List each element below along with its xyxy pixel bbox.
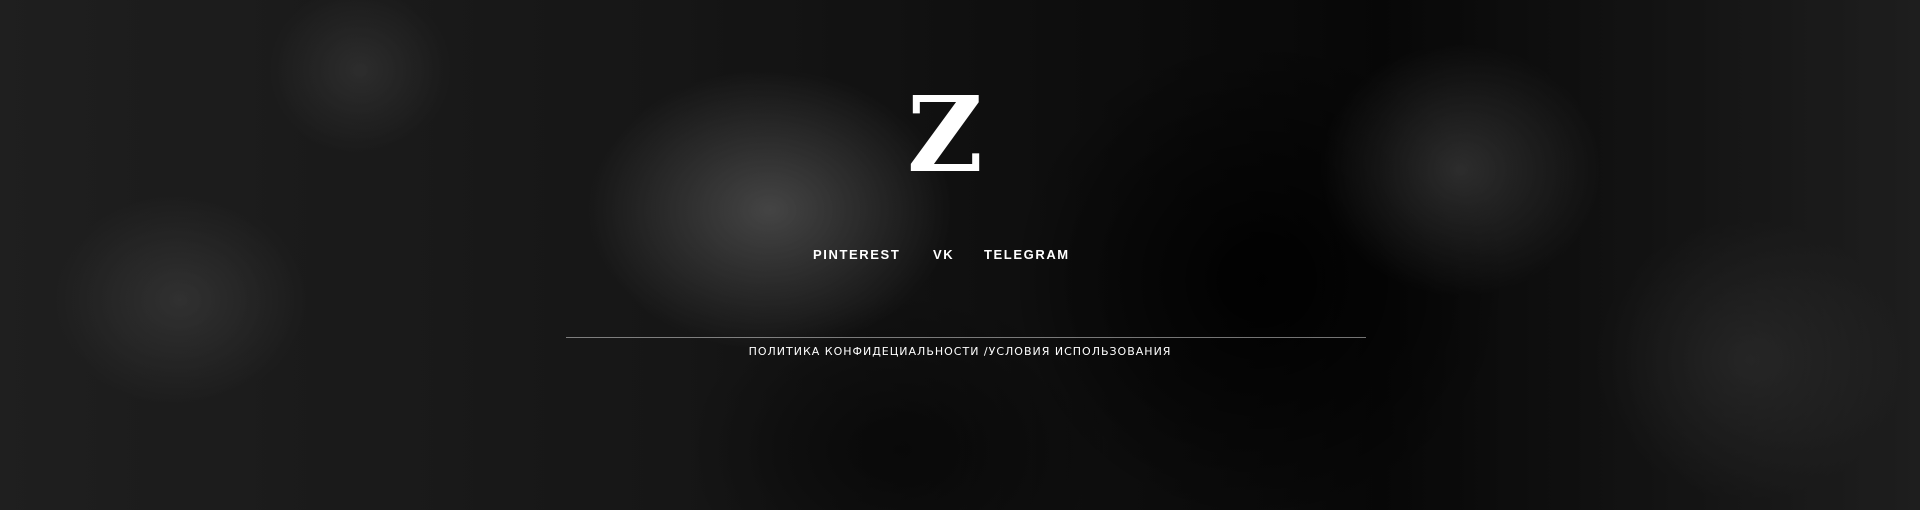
vk-link[interactable]: VK	[933, 246, 954, 264]
telegram-link[interactable]: TELEGRAM	[984, 246, 1070, 264]
site-footer: Z PINTEREST VK TELEGRAM ПОЛИТИКА КОНФИДЕ…	[0, 0, 1920, 510]
footer-divider	[566, 337, 1366, 338]
legal-links: ПОЛИТИКА КОНФИДЕЦИАЛЬНОСТИ /УСЛОВИЯ ИСПО…	[0, 344, 1920, 360]
terms-of-use-link[interactable]: УСЛОВИЯ ИСПОЛЬЗОВАНИЯ	[989, 345, 1172, 358]
privacy-policy-link[interactable]: ПОЛИТИКА КОНФИДЕЦИАЛЬНОСТИ	[749, 345, 980, 358]
pinterest-link[interactable]: PINTEREST	[813, 246, 900, 264]
brand-logo[interactable]: Z	[900, 80, 990, 190]
footer-content: Z PINTEREST VK TELEGRAM ПОЛИТИКА КОНФИДЕ…	[0, 0, 1920, 510]
legal-separator: /	[979, 345, 989, 358]
social-links: PINTEREST VK TELEGRAM	[0, 246, 1920, 264]
